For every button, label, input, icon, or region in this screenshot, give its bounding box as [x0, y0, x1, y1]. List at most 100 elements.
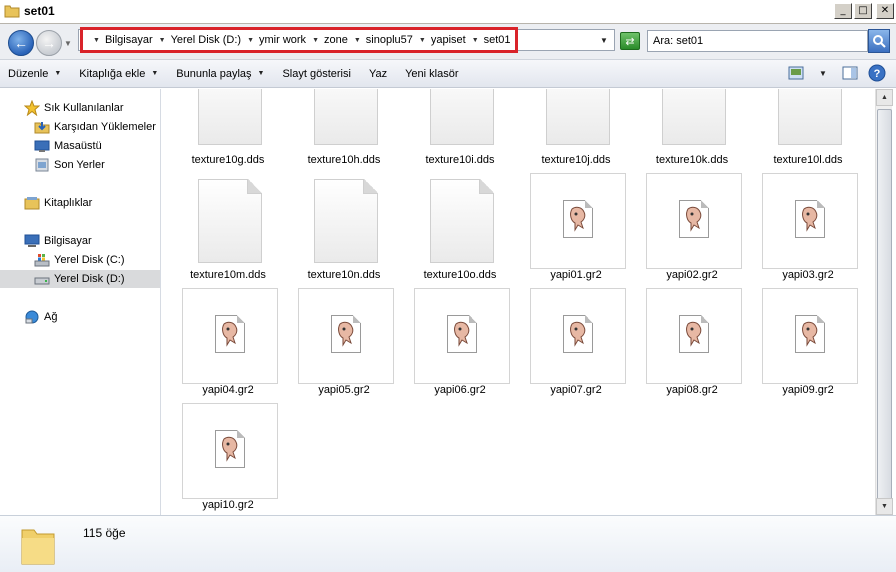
share-with-menu[interactable]: Bununla paylaş ▼: [176, 68, 264, 80]
chevron-down-icon: ▼: [257, 70, 265, 77]
document-icon: [314, 89, 378, 145]
maximize-button[interactable]: □: [854, 3, 872, 19]
search-input[interactable]: Ara: set01: [647, 30, 868, 52]
nav-item-computer[interactable]: Bilgisayar: [0, 232, 160, 250]
file-item[interactable]: texture10k.dds: [634, 89, 750, 171]
breadcrumb-item-sinoplu57[interactable]: ▼ sinoplu57: [354, 34, 419, 46]
file-item[interactable]: texture10o.dds: [402, 173, 518, 285]
granny-file-icon: [215, 315, 245, 353]
folder-icon: [21, 529, 55, 565]
nav-item-desktop[interactable]: Masaüstü: [0, 137, 160, 155]
arrow-left-icon: ←: [14, 35, 28, 51]
granny-file-icon: [563, 315, 593, 353]
search-icon: [873, 35, 886, 48]
chevron-down-icon[interactable]: ▼: [93, 37, 100, 44]
nav-item-libraries[interactable]: Kitaplıklar: [0, 194, 160, 212]
file-item[interactable]: yapi07.gr2: [518, 288, 634, 400]
file-item[interactable]: texture10m.dds: [170, 173, 286, 285]
slideshow-button[interactable]: Slayt gösterisi: [282, 68, 350, 80]
file-thumbnail: [646, 173, 742, 269]
file-item[interactable]: texture10j.dds: [518, 89, 634, 171]
granny-file-icon: [795, 315, 825, 353]
nav-item-recent[interactable]: Son Yerler: [0, 156, 160, 174]
document-icon: [546, 89, 610, 145]
chevron-down-icon[interactable]: ▼: [354, 37, 361, 44]
file-item[interactable]: yapi10.gr2: [170, 403, 286, 515]
search-button[interactable]: [868, 29, 890, 53]
breadcrumb: ▼ Bilgisayar ▼ Yerel Disk (D:) ▼ ymir work …: [80, 27, 518, 53]
file-item[interactable]: yapi03.gr2: [750, 173, 866, 285]
window-title: set01: [24, 4, 55, 18]
refresh-button[interactable]: ⇄: [620, 32, 640, 50]
granny-file-icon: [795, 200, 825, 238]
scroll-down-button[interactable]: ▼: [876, 498, 893, 515]
close-button[interactable]: ✕: [876, 3, 894, 19]
nav-item-favorites[interactable]: Sık Kullanılanlar: [0, 99, 160, 117]
breadcrumb-item-ymir-work[interactable]: ▼ ymir work: [247, 34, 312, 46]
star-icon: [24, 100, 40, 116]
file-item[interactable]: texture10h.dds: [286, 89, 402, 171]
breadcrumb-item-set01[interactable]: ▼ set01: [472, 34, 517, 46]
document-icon: [430, 89, 494, 145]
nav-item-disk-c[interactable]: Yerel Disk (C:): [0, 251, 160, 269]
library-icon: [24, 197, 40, 210]
breadcrumb-item-computer[interactable]: ▼ Bilgisayar: [93, 34, 159, 46]
search-placeholder: Ara: set01: [653, 35, 704, 47]
downloads-folder-icon: [34, 122, 50, 134]
file-item[interactable]: yapi08.gr2: [634, 288, 750, 400]
view-options-dropdown-icon[interactable]: ▼: [814, 64, 832, 82]
file-thumbnail: [646, 288, 742, 384]
breadcrumb-item-disk-d[interactable]: ▼ Yerel Disk (D:): [159, 34, 247, 46]
file-item[interactable]: yapi06.gr2: [402, 288, 518, 400]
vertical-scrollbar[interactable]: ▲ ▼: [875, 89, 893, 515]
nav-item-downloads[interactable]: Karşıdan Yüklemeler: [0, 118, 160, 136]
file-item[interactable]: texture10n.dds: [286, 173, 402, 285]
command-bar: Düzenle ▼ Kitaplığa ekle ▼ Bununla paylaş ▼…: [0, 60, 896, 88]
burn-button[interactable]: Yaz: [369, 68, 387, 80]
chevron-down-icon[interactable]: ▼: [472, 37, 479, 44]
minimize-button[interactable]: _: [834, 3, 852, 19]
granny-file-icon: [679, 315, 709, 353]
recent-pages-dropdown-icon[interactable]: ▼: [64, 39, 72, 48]
scroll-up-button[interactable]: ▲: [876, 89, 893, 106]
file-item[interactable]: yapi02.gr2: [634, 173, 750, 285]
file-item[interactable]: yapi05.gr2: [286, 288, 402, 400]
forward-button[interactable]: →: [36, 30, 62, 56]
file-item[interactable]: texture10i.dds: [402, 89, 518, 171]
address-history-dropdown-icon[interactable]: ▼: [600, 36, 608, 45]
file-thumbnail: [182, 288, 278, 384]
network-icon: [25, 310, 39, 324]
computer-icon: [24, 234, 40, 247]
preview-pane-icon[interactable]: [842, 66, 858, 80]
add-to-library-menu[interactable]: Kitaplığa ekle ▼: [79, 68, 158, 80]
nav-item-disk-d[interactable]: Yerel Disk (D:): [0, 270, 160, 288]
organize-menu[interactable]: Düzenle ▼: [8, 68, 61, 80]
nav-item-network[interactable]: Ağ: [0, 308, 160, 326]
chevron-down-icon[interactable]: ▼: [419, 37, 426, 44]
document-icon: [198, 89, 262, 145]
title-bar: set01 _ □ ✕: [0, 0, 896, 24]
breadcrumb-item-zone[interactable]: ▼ zone: [312, 34, 354, 46]
scroll-thumb[interactable]: [877, 109, 892, 514]
document-icon: [198, 179, 262, 263]
chevron-down-icon[interactable]: ▼: [312, 37, 319, 44]
navigation-pane: Sık Kullanılanlar Karşıdan Yüklemeler Ma…: [0, 89, 161, 515]
chevron-down-icon[interactable]: ▼: [247, 37, 254, 44]
document-icon: [314, 179, 378, 263]
breadcrumb-item-yapiset[interactable]: ▼ yapiset: [419, 34, 472, 46]
file-item[interactable]: texture10g.dds: [170, 89, 286, 171]
view-options-icon[interactable]: [788, 66, 804, 80]
granny-file-icon: [563, 200, 593, 238]
chevron-down-icon[interactable]: ▼: [159, 37, 166, 44]
back-button[interactable]: ←: [8, 30, 34, 56]
file-thumbnail: [762, 288, 858, 384]
file-thumbnail: [530, 288, 626, 384]
file-item[interactable]: yapi01.gr2: [518, 173, 634, 285]
file-item[interactable]: yapi04.gr2: [170, 288, 286, 400]
granny-file-icon: [331, 315, 361, 353]
help-icon[interactable]: ?: [868, 64, 886, 82]
folder-icon: [4, 5, 20, 18]
file-item[interactable]: texture10l.dds: [750, 89, 866, 171]
file-item[interactable]: yapi09.gr2: [750, 288, 866, 400]
new-folder-button[interactable]: Yeni klasör: [405, 68, 458, 80]
